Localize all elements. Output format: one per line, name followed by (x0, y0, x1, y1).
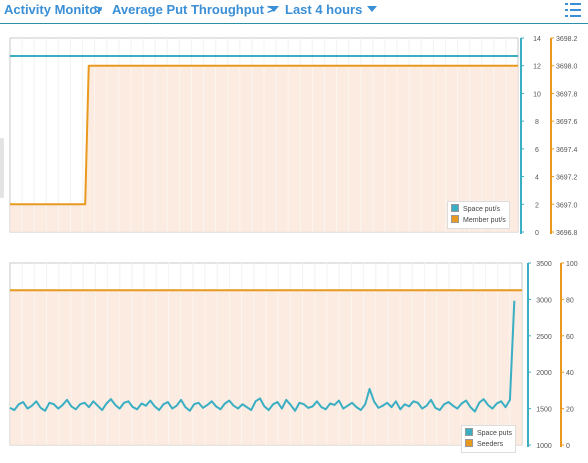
metric-dropdown[interactable]: Average Put Throughput (112, 2, 279, 17)
axis-right-tick-label: 3698.2 (556, 36, 578, 43)
breadcrumb-activity-monitor[interactable]: Activity Monitor (4, 2, 102, 17)
axis-right-tick-label: 3697.4 (556, 147, 578, 154)
axis-right-tick-label: 3698.0 (556, 64, 578, 71)
breadcrumb: Activity Monitor > Average Put Throughpu… (0, 0, 588, 22)
axis-right-tick-label: 3697.2 (556, 175, 578, 182)
chart-panel-bottom: 1000 1500 2000 2500 3000 3500 0 20 40 60 80 100 Spa… (0, 253, 588, 463)
axis-right-tick-label: 100 (566, 261, 578, 268)
axis-right-tick-label: 40 (566, 370, 574, 377)
axis-left-tick-label: 4 (535, 175, 539, 182)
legend-item[interactable]: Member put/s (451, 215, 506, 226)
axis-right-tick-label: 80 (566, 297, 574, 304)
axis-left-tick-label: 1000 (536, 443, 552, 450)
axis-right-tick-label: 0 (566, 443, 570, 450)
axis-left-tick-label: 10 (533, 91, 541, 98)
caret-down-icon (367, 6, 378, 12)
chevron-right-icon: > (94, 1, 103, 17)
axis-left-tick-label: 2500 (536, 334, 552, 341)
axis-left-tick-label: 8 (535, 119, 539, 126)
axis-left-tick-label: 2000 (536, 370, 552, 377)
metric-dropdown-label: Average Put Throughput (112, 2, 264, 17)
axis-left-tick-label: 3500 (536, 261, 552, 268)
chart-top-legend: Space put/s Member put/s (447, 201, 510, 229)
axis-left-tick-label: 2 (535, 202, 539, 209)
axis-left-tick-label: 6 (535, 147, 539, 154)
time-range-label: Last 4 hours (285, 2, 363, 17)
axis-left-tick-label: 12 (533, 64, 541, 71)
list-menu-icon[interactable] (565, 3, 581, 17)
legend-item[interactable]: Space put/s (451, 204, 506, 215)
axis-right-tick-label: 3696.8 (556, 230, 578, 236)
legend-item[interactable]: Seeders (465, 439, 512, 450)
axis-left-tick-label: 14 (533, 36, 541, 43)
axis-right-tick-label: 3697.8 (556, 91, 578, 98)
axis-left-tick-label: 0 (535, 230, 539, 236)
axis-right-tick-label: 3697.6 (556, 119, 578, 126)
axis-left-tick-label: 3000 (536, 297, 552, 304)
header-divider (0, 23, 588, 24)
chart-bottom-legend: Space puts Seeders (461, 425, 517, 453)
chevron-right-icon: > (267, 1, 276, 17)
axis-right-tick-label: 3697.0 (556, 202, 578, 209)
axis-right-tick-label: 20 (566, 407, 574, 414)
axis-left-tick-label: 1500 (536, 407, 552, 414)
time-range-dropdown[interactable]: Last 4 hours (285, 2, 378, 17)
legend-item[interactable]: Space puts (465, 428, 512, 439)
axis-right-tick-label: 60 (566, 334, 574, 341)
chart-panel-top: 0 2 4 6 8 10 12 14 3696.8 3697.0 3697.2 3697.4 3697.… (0, 26, 588, 236)
